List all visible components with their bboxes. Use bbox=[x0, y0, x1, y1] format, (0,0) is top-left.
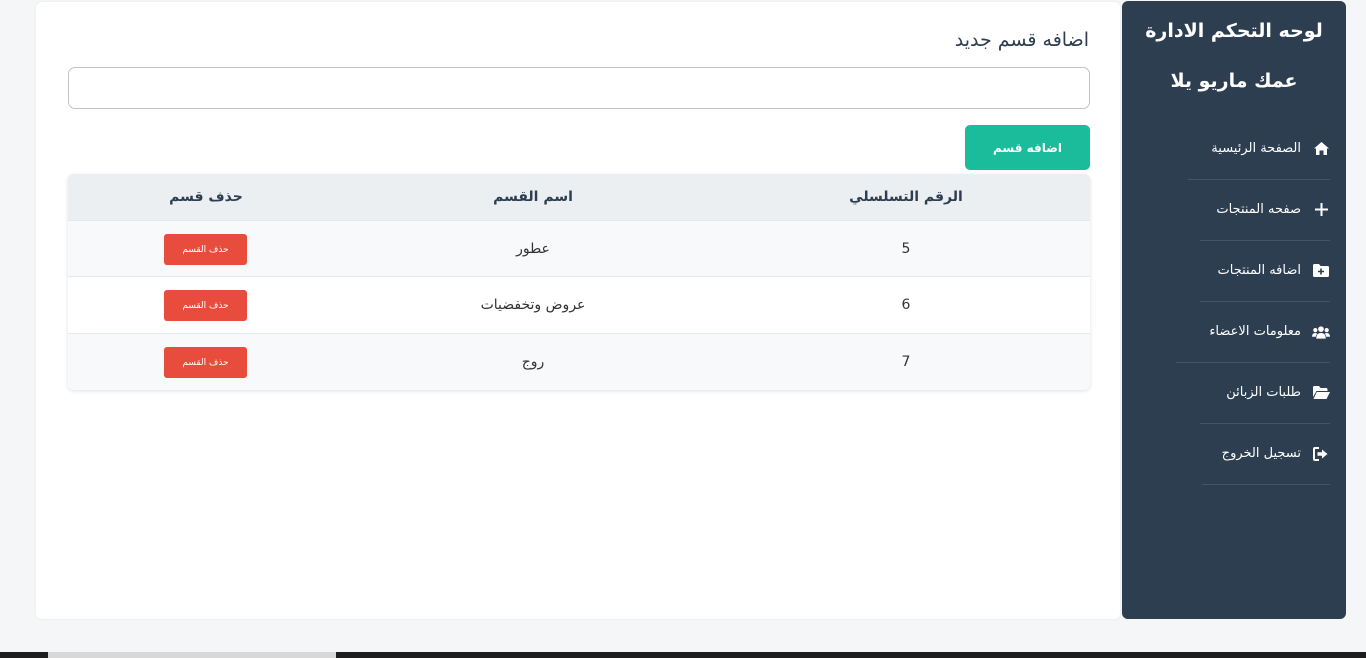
page-title: اضافه قسم جديد bbox=[954, 29, 1089, 51]
cell-category-name: عروض وتخفضيات bbox=[480, 297, 586, 313]
folder-open-icon bbox=[1312, 384, 1330, 402]
taskbar-segment bbox=[48, 652, 336, 658]
taskbar-strip bbox=[0, 652, 1366, 658]
categories-table: الرقم التسلسلي اسم القسم حذف قسم 5 عطور … bbox=[68, 174, 1090, 390]
cell-category-name: عطور bbox=[516, 241, 550, 257]
sidebar-item-products[interactable]: صفحه المنتجات bbox=[1200, 179, 1330, 241]
sidebar-item-home[interactable]: الصفحة الرئيسية bbox=[1188, 118, 1330, 180]
table-row: 6 عروض وتخفضيات حذف القسم bbox=[68, 276, 1090, 333]
folder-plus-icon bbox=[1312, 262, 1330, 280]
cell-category-name: روج bbox=[521, 354, 545, 370]
cell-serial: 6 bbox=[901, 297, 911, 313]
header-serial: الرقم التسلسلي bbox=[849, 189, 963, 205]
sidebar-item-members[interactable]: معلومات الاعضاء bbox=[1176, 301, 1330, 363]
sidebar-item-label: طلبات الزبائن bbox=[1226, 385, 1301, 400]
delete-category-button[interactable]: حذف القسم bbox=[164, 234, 247, 265]
users-icon bbox=[1312, 323, 1330, 341]
add-category-button[interactable]: اضافه قسم bbox=[965, 125, 1090, 170]
sign-out-icon bbox=[1312, 445, 1330, 463]
sidebar-item-add-products[interactable]: اضافه المنتجات bbox=[1200, 240, 1330, 302]
table-header: الرقم التسلسلي اسم القسم حذف قسم bbox=[68, 174, 1090, 220]
sidebar-item-label: معلومات الاعضاء bbox=[1209, 324, 1301, 339]
sidebar-item-orders[interactable]: طلبات الزبائن bbox=[1200, 362, 1330, 424]
sidebar-title: لوحه التحكم الادارة bbox=[1145, 20, 1323, 42]
sidebar-item-label: تسجيل الخروج bbox=[1221, 446, 1301, 461]
cell-serial: 5 bbox=[901, 241, 911, 257]
sidebar-item-label: اضافه المنتجات bbox=[1217, 263, 1301, 278]
sidebar-item-label: صفحه المنتجات bbox=[1216, 202, 1301, 217]
plus-icon bbox=[1312, 201, 1330, 219]
home-icon bbox=[1312, 140, 1330, 158]
sidebar: لوحه التحكم الادارة عمك ماريو يلا الصفحة… bbox=[1122, 1, 1346, 619]
table-row: 5 عطور حذف القسم bbox=[68, 220, 1090, 277]
sidebar-item-label: الصفحة الرئيسية bbox=[1211, 141, 1301, 156]
delete-category-button[interactable]: حذف القسم bbox=[164, 347, 247, 378]
category-name-input[interactable] bbox=[68, 67, 1090, 109]
cell-serial: 7 bbox=[901, 354, 911, 370]
header-category-name: اسم القسم bbox=[493, 189, 573, 205]
table-row: 7 روج حذف القسم bbox=[68, 333, 1090, 390]
header-delete: حذف قسم bbox=[169, 189, 243, 205]
sidebar-item-logout[interactable]: تسجيل الخروج bbox=[1202, 423, 1330, 485]
delete-category-button[interactable]: حذف القسم bbox=[164, 290, 247, 321]
sidebar-subtitle: عمك ماريو يلا bbox=[1170, 70, 1298, 92]
